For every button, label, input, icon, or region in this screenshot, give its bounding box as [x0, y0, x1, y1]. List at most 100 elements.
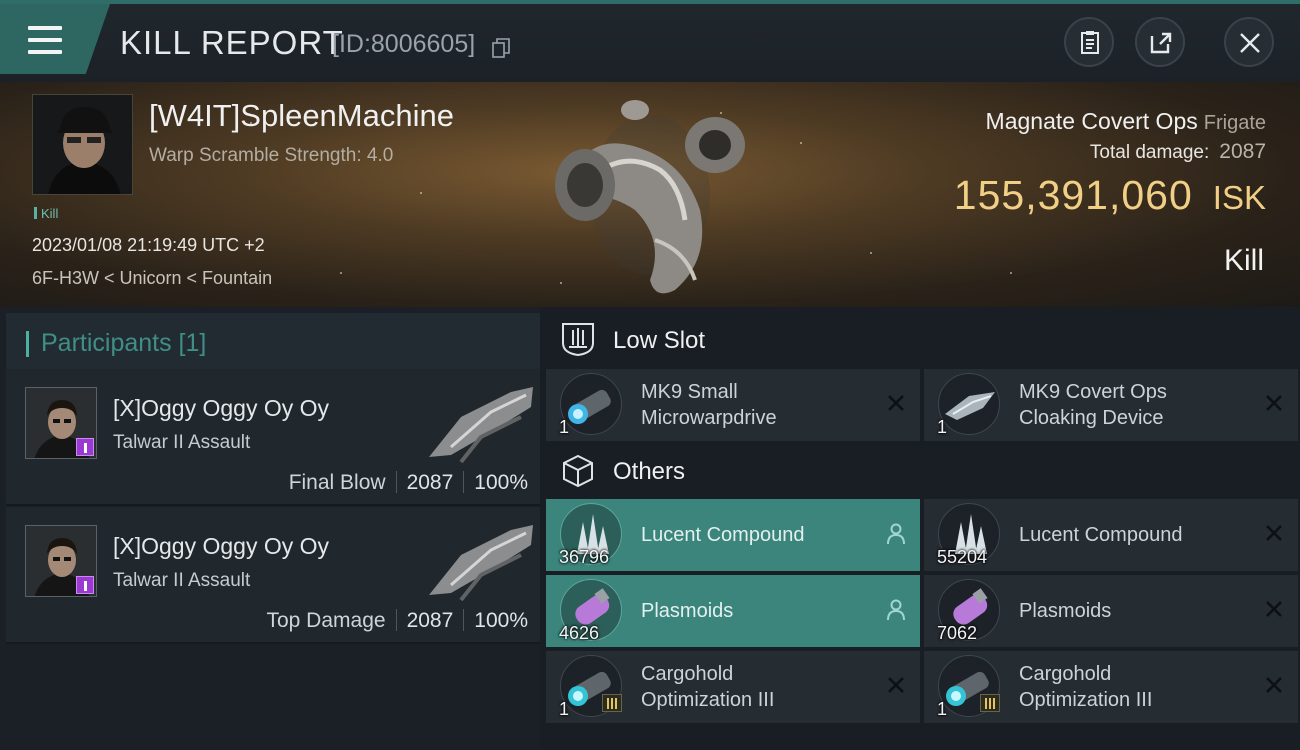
victim-pilot-name[interactable]: [W4IT]SpleenMachine — [149, 98, 454, 134]
item-name-line: Optimization III — [641, 689, 775, 711]
participant-ship-image[interactable] — [421, 377, 541, 467]
others-title: Others — [613, 458, 686, 485]
item-row[interactable]: 1 Cargohold Optimization III — [546, 651, 920, 723]
participant-avatar[interactable] — [25, 525, 97, 597]
item-quantity: 1 — [937, 699, 948, 719]
destroyed-x-icon — [1266, 677, 1282, 693]
divider — [6, 642, 540, 644]
top-bar: KILL REPORT [ID:8006605] — [0, 0, 1300, 82]
warp-scramble-strength: Warp Scramble Strength: 4.0 — [149, 145, 394, 166]
item-name: MK9 Small Microwarpdrive — [641, 379, 777, 431]
isk-amount: 155,391,060 — [953, 172, 1193, 218]
participant-card[interactable]: [X]Oggy Oggy Oy Oy Talwar II Assault Fin… — [6, 369, 540, 504]
participants-title: Participants [1] — [41, 329, 207, 357]
total-damage-value: 2087 — [1219, 140, 1266, 163]
total-damage: Total damage: 2087 — [1090, 140, 1266, 164]
victim-ship[interactable]: Magnate Covert Ops Frigate — [986, 108, 1266, 135]
kill-tag-label: Kill — [41, 206, 59, 221]
victim-ship-image[interactable] — [535, 90, 760, 300]
participant-damage: 2087 — [406, 471, 454, 494]
item-name-line: Microwarpdrive — [641, 407, 777, 429]
item-name: Plasmoids — [641, 600, 734, 622]
ship-info-badge-icon — [76, 438, 94, 456]
kill-datetime: 2023/01/08 21:19:49 UTC +2 — [32, 235, 265, 255]
participant-name[interactable]: [X]Oggy Oggy Oy Oy — [113, 533, 329, 560]
item-name: Lucent Compound — [1019, 524, 1183, 546]
clipboard-icon — [1081, 31, 1099, 54]
person-icon — [887, 523, 905, 545]
kill-tag: Kill — [34, 206, 58, 221]
item-quantity: 55204 — [937, 547, 988, 567]
participant-ship: Talwar II Assault — [113, 432, 251, 453]
ship-info-badge-icon — [76, 576, 94, 594]
item-row[interactable]: 1 MK9 Small Microwarpdrive — [546, 369, 920, 441]
isk-unit: ISK — [1212, 179, 1266, 216]
item-row[interactable]: 1 MK9 Covert Ops Cloaking Device — [924, 369, 1298, 441]
hamburger-icon[interactable] — [28, 26, 62, 54]
isk-value: 155,391,060 ISK — [954, 172, 1266, 219]
item-name-line: Cargohold — [641, 663, 734, 685]
page-title: KILL REPORT — [120, 24, 344, 61]
participant-card[interactable]: [X]Oggy Oggy Oy Oy Talwar II Assault Top… — [6, 507, 540, 642]
cargo-box-icon — [563, 454, 593, 488]
participant-damage-percent: 100% — [474, 471, 528, 494]
participant-ship-image[interactable] — [421, 515, 541, 605]
participant-name[interactable]: [X]Oggy Oggy Oy Oy — [113, 395, 329, 422]
item-name: Plasmoids — [1019, 600, 1112, 622]
victim-ship-name: Magnate Covert Ops — [985, 108, 1198, 134]
item-quantity: 7062 — [937, 623, 978, 643]
item-name-line: MK9 Small — [641, 381, 738, 403]
participant-avatar[interactable] — [25, 387, 97, 459]
participant-damage-percent: 100% — [474, 609, 528, 632]
item-name-line: Optimization III — [1019, 689, 1153, 711]
destroyed-x-icon — [1266, 525, 1282, 541]
share-button[interactable] — [1135, 17, 1185, 67]
top-accent-line — [0, 0, 1300, 4]
item-name-line: MK9 Covert Ops — [1019, 381, 1167, 403]
victim-portrait[interactable] — [32, 94, 133, 195]
destroyed-x-icon — [888, 395, 904, 411]
victim-banner: [W4IT]SpleenMachine Warp Scramble Streng… — [0, 82, 1300, 307]
item-row[interactable]: 55204 Lucent Compound — [924, 499, 1298, 571]
item-quantity: 1 — [937, 417, 948, 437]
item-row[interactable]: 36796 Lucent Compound — [546, 499, 920, 571]
close-button[interactable] — [1224, 17, 1274, 67]
item-row[interactable]: 7062 Plasmoids — [924, 575, 1298, 647]
cloaking-device-icon — [938, 373, 1000, 435]
participant-role: Final Blow — [288, 471, 386, 494]
participants-header: Participants [1] — [6, 313, 540, 371]
participants-panel: Participants [1] [X]Oggy Oggy Oy Oy Talw… — [0, 307, 540, 750]
close-icon — [1240, 33, 1260, 53]
clipboard-button[interactable] — [1064, 17, 1114, 67]
kill-location[interactable]: 6F-H3W < Unicorn < Fountain — [32, 268, 272, 289]
item-name-line: Cloaking Device — [1019, 407, 1164, 429]
item-row[interactable]: 4626 Plasmoids — [546, 575, 920, 647]
item-quantity: 1 — [559, 417, 570, 437]
tech-level-badge-icon — [602, 694, 622, 712]
participant-ship: Talwar II Assault — [113, 570, 251, 591]
item-name-line: Cargohold — [1019, 663, 1112, 685]
report-id: [ID:8006605] — [332, 30, 476, 58]
copy-icon[interactable] — [492, 38, 510, 58]
participant-stats: Final Blow 2087 100% — [289, 471, 528, 495]
item-quantity: 36796 — [559, 547, 610, 567]
item-quantity: 1 — [559, 699, 570, 719]
microwarpdrive-icon — [560, 373, 622, 435]
item-name: MK9 Covert Ops Cloaking Device — [1019, 379, 1167, 431]
low-slot-title: Low Slot — [613, 327, 706, 354]
kill-result: Kill — [1223, 244, 1264, 277]
destroyed-x-icon — [888, 677, 904, 693]
item-quantity: 4626 — [559, 623, 600, 643]
participant-stats: Top Damage 2087 100% — [266, 609, 528, 633]
low-slot-icon — [562, 323, 594, 357]
destroyed-x-icon — [1266, 395, 1282, 411]
destroyed-x-icon — [1266, 601, 1282, 617]
item-name: Cargohold Optimization III — [641, 661, 774, 713]
fitting-panel: Low Slot 1 MK9 Small Microwarpdrive 1 MK… — [540, 307, 1300, 750]
menu-button[interactable] — [0, 4, 110, 74]
person-icon — [887, 599, 905, 621]
tech-level-badge-icon — [980, 694, 1000, 712]
victim-ship-class: Frigate — [1203, 112, 1266, 134]
item-row[interactable]: 1 Cargohold Optimization III — [924, 651, 1298, 723]
item-name: Lucent Compound — [641, 524, 805, 546]
